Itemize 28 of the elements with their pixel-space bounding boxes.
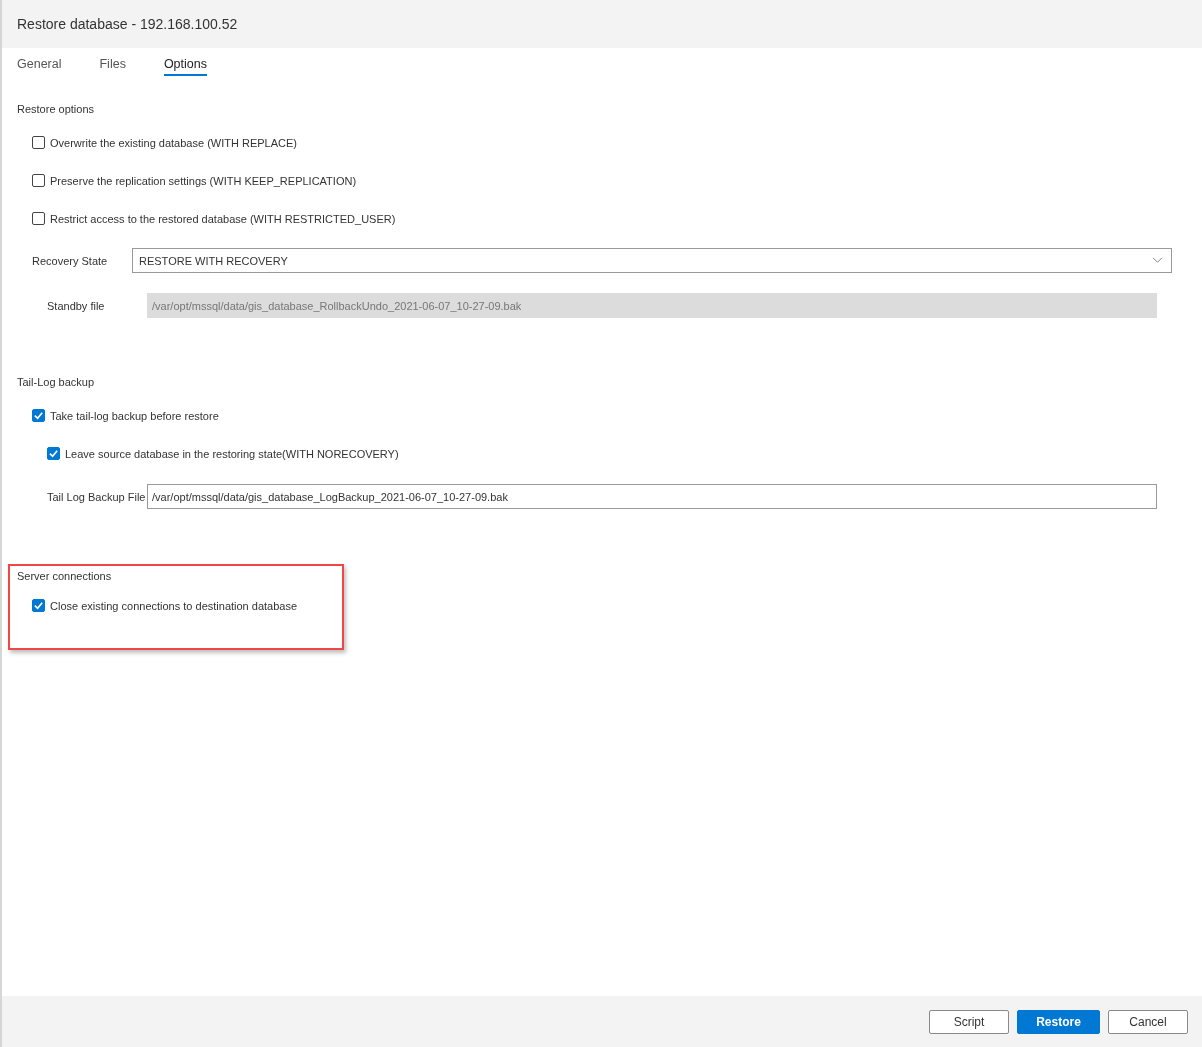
checkbox[interactable] <box>32 599 45 612</box>
checkbox-label: Overwrite the existing database (WITH REPLACE) <box>50 136 297 149</box>
section-heading: Restore options <box>17 103 95 115</box>
checkbox-label: Close existing connections to destination database <box>50 599 298 612</box>
window-title: Restore database - 192.168.100.52 <box>17 16 238 32</box>
field-label: Tail Log Backup File <box>47 490 147 503</box>
backup-file-field[interactable]: /var/opt/mssql/data/gis_database_LogBackup_2021-06-07_10-27-09.bak <box>147 484 1157 509</box>
checkbox-label: Leave source database in the restoring state(WITH NORECOVERY) <box>65 447 399 460</box>
section-heading: Server connections <box>17 570 112 582</box>
tab[interactable]: General <box>17 57 62 76</box>
checkbox[interactable] <box>32 212 45 225</box>
section-heading: Tail-Log backup <box>17 376 95 388</box>
dialog-button[interactable]: Restore <box>1017 1009 1100 1034</box>
tab[interactable]: Options <box>163 57 207 76</box>
field-label: Recovery State <box>32 254 109 267</box>
checkbox[interactable] <box>32 136 45 149</box>
dialog-button[interactable]: Cancel <box>1108 1009 1188 1034</box>
checkbox[interactable] <box>32 174 45 187</box>
checkbox-label: Restrict access to the restored database (WITH RESTRICTED_USER) <box>50 212 396 225</box>
dialog-button[interactable]: Script <box>929 1009 1009 1034</box>
field-label: Standby file <box>47 299 106 312</box>
checkbox[interactable] <box>32 409 45 422</box>
checkbox-label: Take tail-log backup before restore <box>50 409 219 422</box>
checkbox[interactable] <box>47 447 60 460</box>
tab[interactable]: Files <box>99 57 126 76</box>
recovery-state-dropdown[interactable]: RESTORE WITH RECOVERY <box>132 248 1172 273</box>
checkbox-label: Preserve the replication settings (WITH KEEP_REPLICATION) <box>50 174 357 187</box>
chevron-down-icon <box>1152 257 1163 264</box>
